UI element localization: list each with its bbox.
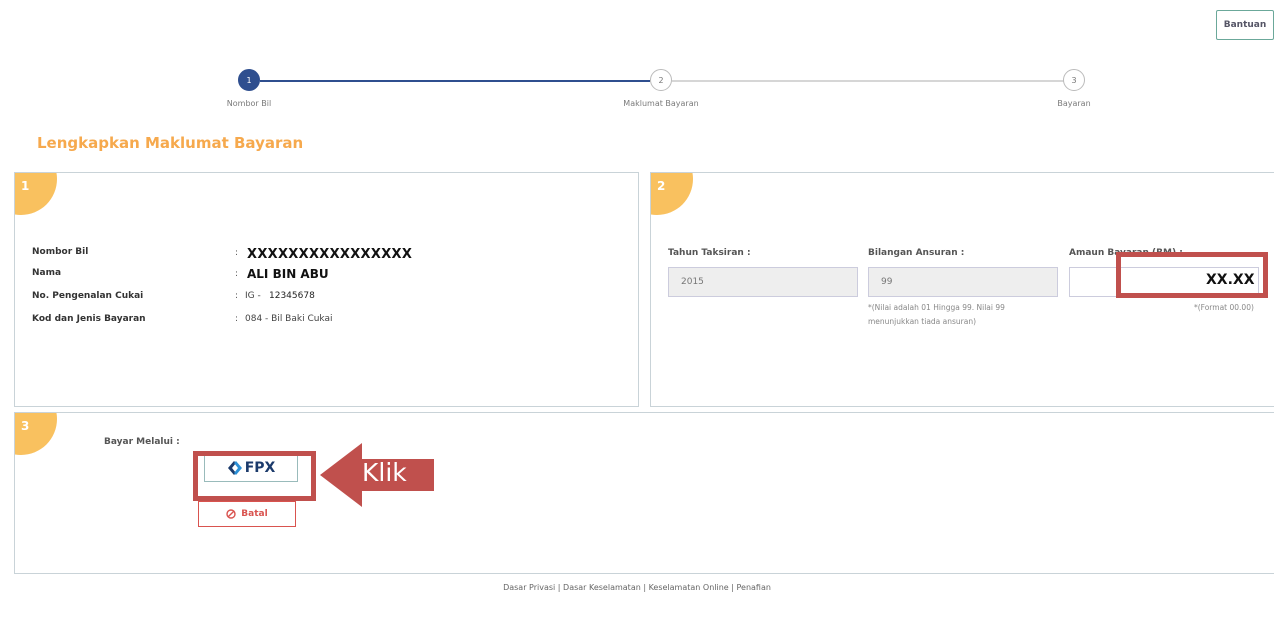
cancel-icon — [226, 509, 236, 519]
cancel-button-label: Batal — [241, 509, 268, 519]
colon: : — [235, 314, 239, 324]
step-1-label: Nombor Bil — [226, 99, 272, 108]
name-label: Nama — [32, 268, 62, 278]
name-value: ALI BIN ABU — [247, 267, 329, 281]
step-3-label: Bayaran — [1057, 99, 1091, 108]
colon: : — [235, 269, 239, 279]
payment-code-label: Kod dan Jenis Bayaran — [32, 314, 146, 324]
page-title: Lengkapkan Maklumat Bayaran — [37, 134, 304, 152]
installment-input[interactable]: 99 — [868, 267, 1058, 297]
step-2-indicator: 2 — [650, 69, 672, 91]
help-button[interactable]: Bantuan — [1216, 10, 1274, 40]
step-2-label: Maklumat Bayaran — [623, 99, 699, 108]
click-annotation-label: Klik — [362, 458, 407, 487]
section-number: 2 — [657, 179, 666, 193]
payment-code-value: 084 - Bil Baki Cukai — [245, 314, 333, 324]
colon: : — [235, 291, 239, 301]
assessment-year-label: Tahun Taksiran : — [668, 248, 751, 258]
section-number: 1 — [21, 179, 30, 193]
step-line-completed — [260, 80, 650, 82]
step-line-pending — [672, 80, 1064, 82]
bill-info-card: 1 Nombor Bil : XXXXXXXXXXXXXXXX Nama : A… — [14, 172, 639, 407]
step-3-indicator: 3 — [1063, 69, 1085, 91]
installment-note-line-2: menunjukkan tiada ansuran) — [868, 317, 977, 326]
installment-note-line-1: *(Nilai adalah 01 Hingga 99. Nilai 99 — [868, 303, 1005, 312]
section-number: 3 — [21, 419, 30, 433]
footer-links: Dasar Privasi | Dasar Keselamatan | Kese… — [503, 583, 771, 592]
tax-id-value: 12345678 — [269, 291, 315, 301]
bill-number-label: Nombor Bil — [32, 247, 89, 257]
fpx-highlight-box — [193, 451, 316, 501]
bill-number-value: XXXXXXXXXXXXXXXX — [247, 247, 413, 262]
pay-via-label: Bayar Melalui : — [104, 437, 180, 447]
colon: : — [235, 248, 239, 258]
tax-id-label: No. Pengenalan Cukai — [32, 291, 144, 301]
assessment-year-input[interactable]: 2015 — [668, 267, 858, 297]
tax-id-prefix: IG - — [245, 291, 261, 301]
progress-stepper: 1 Nombor Bil 2 Maklumat Bayaran 3 Bayara… — [0, 68, 1274, 118]
installment-label: Bilangan Ansuran : — [868, 248, 965, 258]
step-1-indicator: 1 — [238, 69, 260, 91]
amount-format-note: *(Format 00.00) — [1194, 303, 1254, 312]
cancel-button[interactable]: Batal — [198, 501, 296, 527]
amount-value: XX.XX — [1206, 272, 1255, 288]
